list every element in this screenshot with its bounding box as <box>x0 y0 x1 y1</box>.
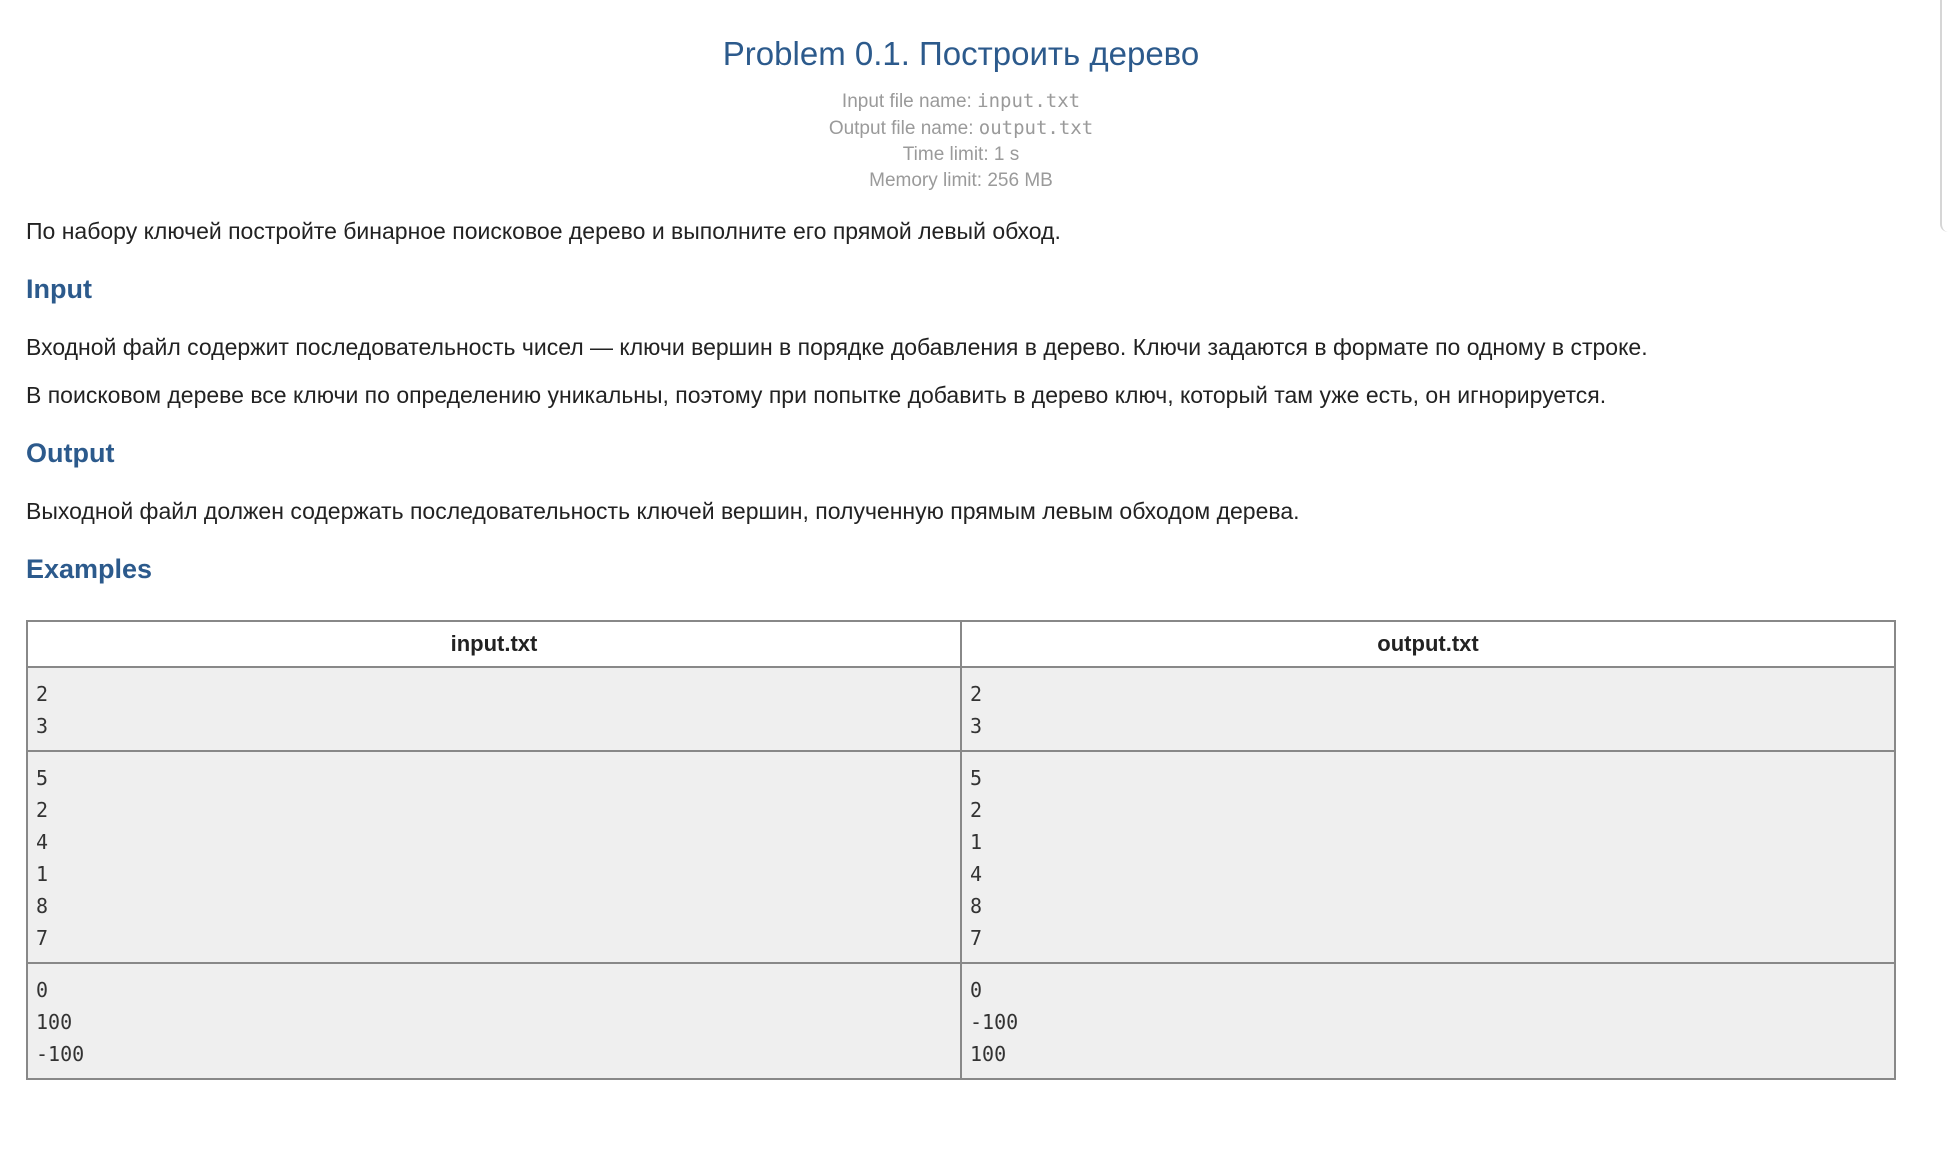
example-value: 3 <box>36 714 49 738</box>
example-output-cell: 5 2 1 4 8 7 <box>960 750 1896 964</box>
time-limit: Time limit: 1 s <box>902 144 1020 165</box>
example-value: 0 <box>970 978 983 1002</box>
example-input-cell: 2 3 <box>26 666 962 752</box>
input-paragraph: Входной файл содержит последовательность… <box>26 334 1648 360</box>
scrollbar-edge[interactable] <box>1940 0 1950 232</box>
example-value: 5 <box>970 766 983 790</box>
input-file-line: Input file name: input.txt <box>26 88 1896 115</box>
example-value: 5 <box>36 766 49 790</box>
example-value: 100 <box>970 1042 1007 1066</box>
example-value: 100 <box>36 1010 73 1034</box>
output-column-header: output.txt <box>960 620 1896 668</box>
problem-limits: Input file name: input.txt Output file n… <box>26 88 1896 194</box>
output-file-line: Output file name: output.txt <box>26 115 1896 142</box>
example-row: 0 100 -100 0 -100 100 <box>26 962 1896 1080</box>
input-column-header: input.txt <box>26 620 962 668</box>
example-value: 1 <box>36 862 49 886</box>
example-value: 8 <box>36 894 49 918</box>
example-value: 0 <box>36 978 49 1002</box>
example-value: 2 <box>970 682 983 706</box>
example-value: 4 <box>970 862 983 886</box>
example-value: -100 <box>970 1010 1019 1034</box>
example-value: 2 <box>36 682 49 706</box>
input-paragraph: В поисковом дереве все ключи по определе… <box>26 382 1607 408</box>
examples-header-row: input.txt output.txt <box>26 620 1896 668</box>
memory-limit: Memory limit: 256 MB <box>869 170 1053 191</box>
example-value: -100 <box>36 1042 85 1066</box>
output-file-label: Output file name: <box>828 118 979 139</box>
examples-table: input.txt output.txt 2 3 2 3 5 2 4 1 8 7… <box>26 620 1896 1080</box>
output-paragraph: Выходной файл должен содержать последова… <box>26 498 1300 524</box>
example-input-cell: 0 100 -100 <box>26 962 962 1080</box>
problem-statement: По набору ключей постройте бинарное поис… <box>26 218 1061 244</box>
examples-heading: Examples <box>26 554 153 584</box>
problem-title: Problem 0.1. Построить дерево <box>722 35 1200 72</box>
example-row: 2 3 2 3 <box>26 666 1896 752</box>
example-value: 3 <box>970 714 983 738</box>
example-value: 1 <box>970 830 983 854</box>
example-value: 7 <box>36 926 49 950</box>
output-heading: Output <box>26 438 115 468</box>
input-heading: Input <box>26 274 92 304</box>
example-output-cell: 2 3 <box>960 666 1896 752</box>
example-value: 2 <box>36 798 49 822</box>
output-file-name: output.txt <box>978 117 1094 139</box>
example-value: 4 <box>36 830 49 854</box>
example-input-cell: 5 2 4 1 8 7 <box>26 750 962 964</box>
example-value: 7 <box>970 926 983 950</box>
input-file-label: Input file name: <box>841 91 978 112</box>
example-output-cell: 0 -100 100 <box>960 962 1896 1080</box>
problem-page: Problem 0.1. Построить дерево Input file… <box>26 0 1896 1080</box>
example-value: 8 <box>970 894 983 918</box>
example-row: 5 2 4 1 8 7 5 2 1 4 8 7 <box>26 750 1896 964</box>
input-file-name: input.txt <box>977 90 1081 112</box>
example-value: 2 <box>970 798 983 822</box>
